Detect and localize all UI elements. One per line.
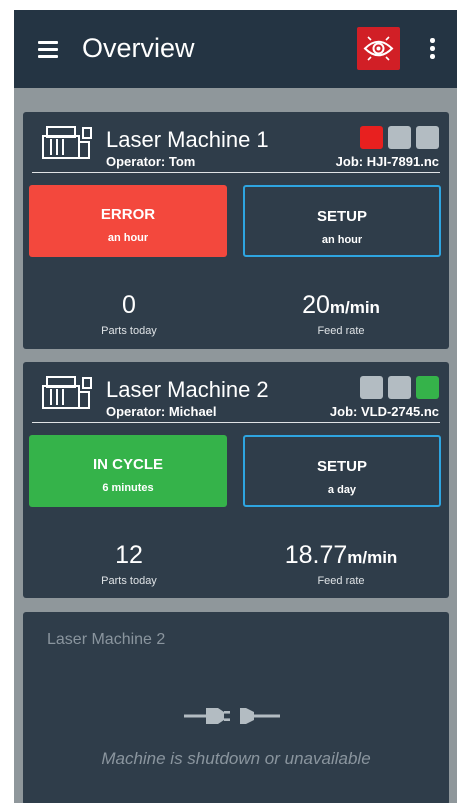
status-light-yellow xyxy=(388,126,411,149)
unplugged-icon xyxy=(184,708,280,724)
machine-state-box[interactable]: IN CYCLE 6 minutes xyxy=(29,435,227,507)
parts-value: 0 xyxy=(122,291,136,319)
status-lights xyxy=(360,126,439,149)
state-label: IN CYCLE xyxy=(92,456,163,473)
job-label: Job: HJI-7891.nc xyxy=(335,154,439,169)
feed-unit: m/min xyxy=(347,548,398,567)
state-label: ERROR xyxy=(100,206,156,223)
state-duration: 6 minutes xyxy=(102,482,154,494)
eye-icon xyxy=(363,36,394,61)
parts-value: 12 xyxy=(115,541,143,569)
machine-icon xyxy=(42,376,92,409)
state-duration: an hour xyxy=(107,232,149,244)
operator-label: Operator: Tom xyxy=(106,154,196,169)
more-vert-icon[interactable] xyxy=(430,38,435,62)
status-light-green xyxy=(416,376,439,399)
status-light-red xyxy=(360,376,383,399)
machine-card[interactable]: Laser Machine 2 Operator: Michael Job: V… xyxy=(23,362,449,598)
feed-label: Feed rate xyxy=(317,325,365,337)
mode-duration: an hour xyxy=(321,234,363,246)
offline-machine-card[interactable]: Laser Machine 2 Machine is shutdown or u… xyxy=(23,612,449,803)
machine-state-box[interactable]: ERROR an hour xyxy=(29,185,227,257)
status-light-yellow xyxy=(388,376,411,399)
operator-label: Operator: Michael xyxy=(106,404,217,419)
feed-value: 20 xyxy=(302,291,330,319)
machine-name: Laser Machine 1 xyxy=(106,127,269,152)
job-label: Job: VLD-2745.nc xyxy=(329,404,439,419)
machine-name: Laser Machine 2 xyxy=(47,631,166,648)
feed-label: Feed rate xyxy=(317,575,365,587)
machine-name: Laser Machine 2 xyxy=(106,377,269,402)
machine-mode-box[interactable]: SETUP a day xyxy=(243,435,441,507)
feed-value: 18.77 xyxy=(284,541,348,569)
status-lights xyxy=(360,376,439,399)
mode-duration: a day xyxy=(327,484,357,496)
app-root: Overview Laser Machine 1 Operator: Tom J… xyxy=(14,10,457,803)
mode-label: SETUP xyxy=(316,208,367,225)
machine-icon xyxy=(42,126,92,159)
hamburger-menu-icon[interactable] xyxy=(38,41,58,58)
divider xyxy=(32,172,440,173)
status-light-green xyxy=(416,126,439,149)
machine-mode-box[interactable]: SETUP an hour xyxy=(243,185,441,257)
parts-label: Parts today xyxy=(101,575,157,587)
machine-card[interactable]: Laser Machine 1 Operator: Tom Job: HJI-7… xyxy=(23,112,449,349)
mode-label: SETUP xyxy=(316,458,367,475)
unavailable-message: Machine is shutdown or unavailable xyxy=(101,749,371,768)
page-title: Overview xyxy=(82,33,195,63)
feed-unit: m/min xyxy=(329,298,380,317)
app-bar: Overview xyxy=(14,10,457,88)
monitor-view-button[interactable] xyxy=(357,27,400,70)
parts-label: Parts today xyxy=(101,325,157,337)
status-light-red xyxy=(360,126,383,149)
divider xyxy=(32,422,440,423)
